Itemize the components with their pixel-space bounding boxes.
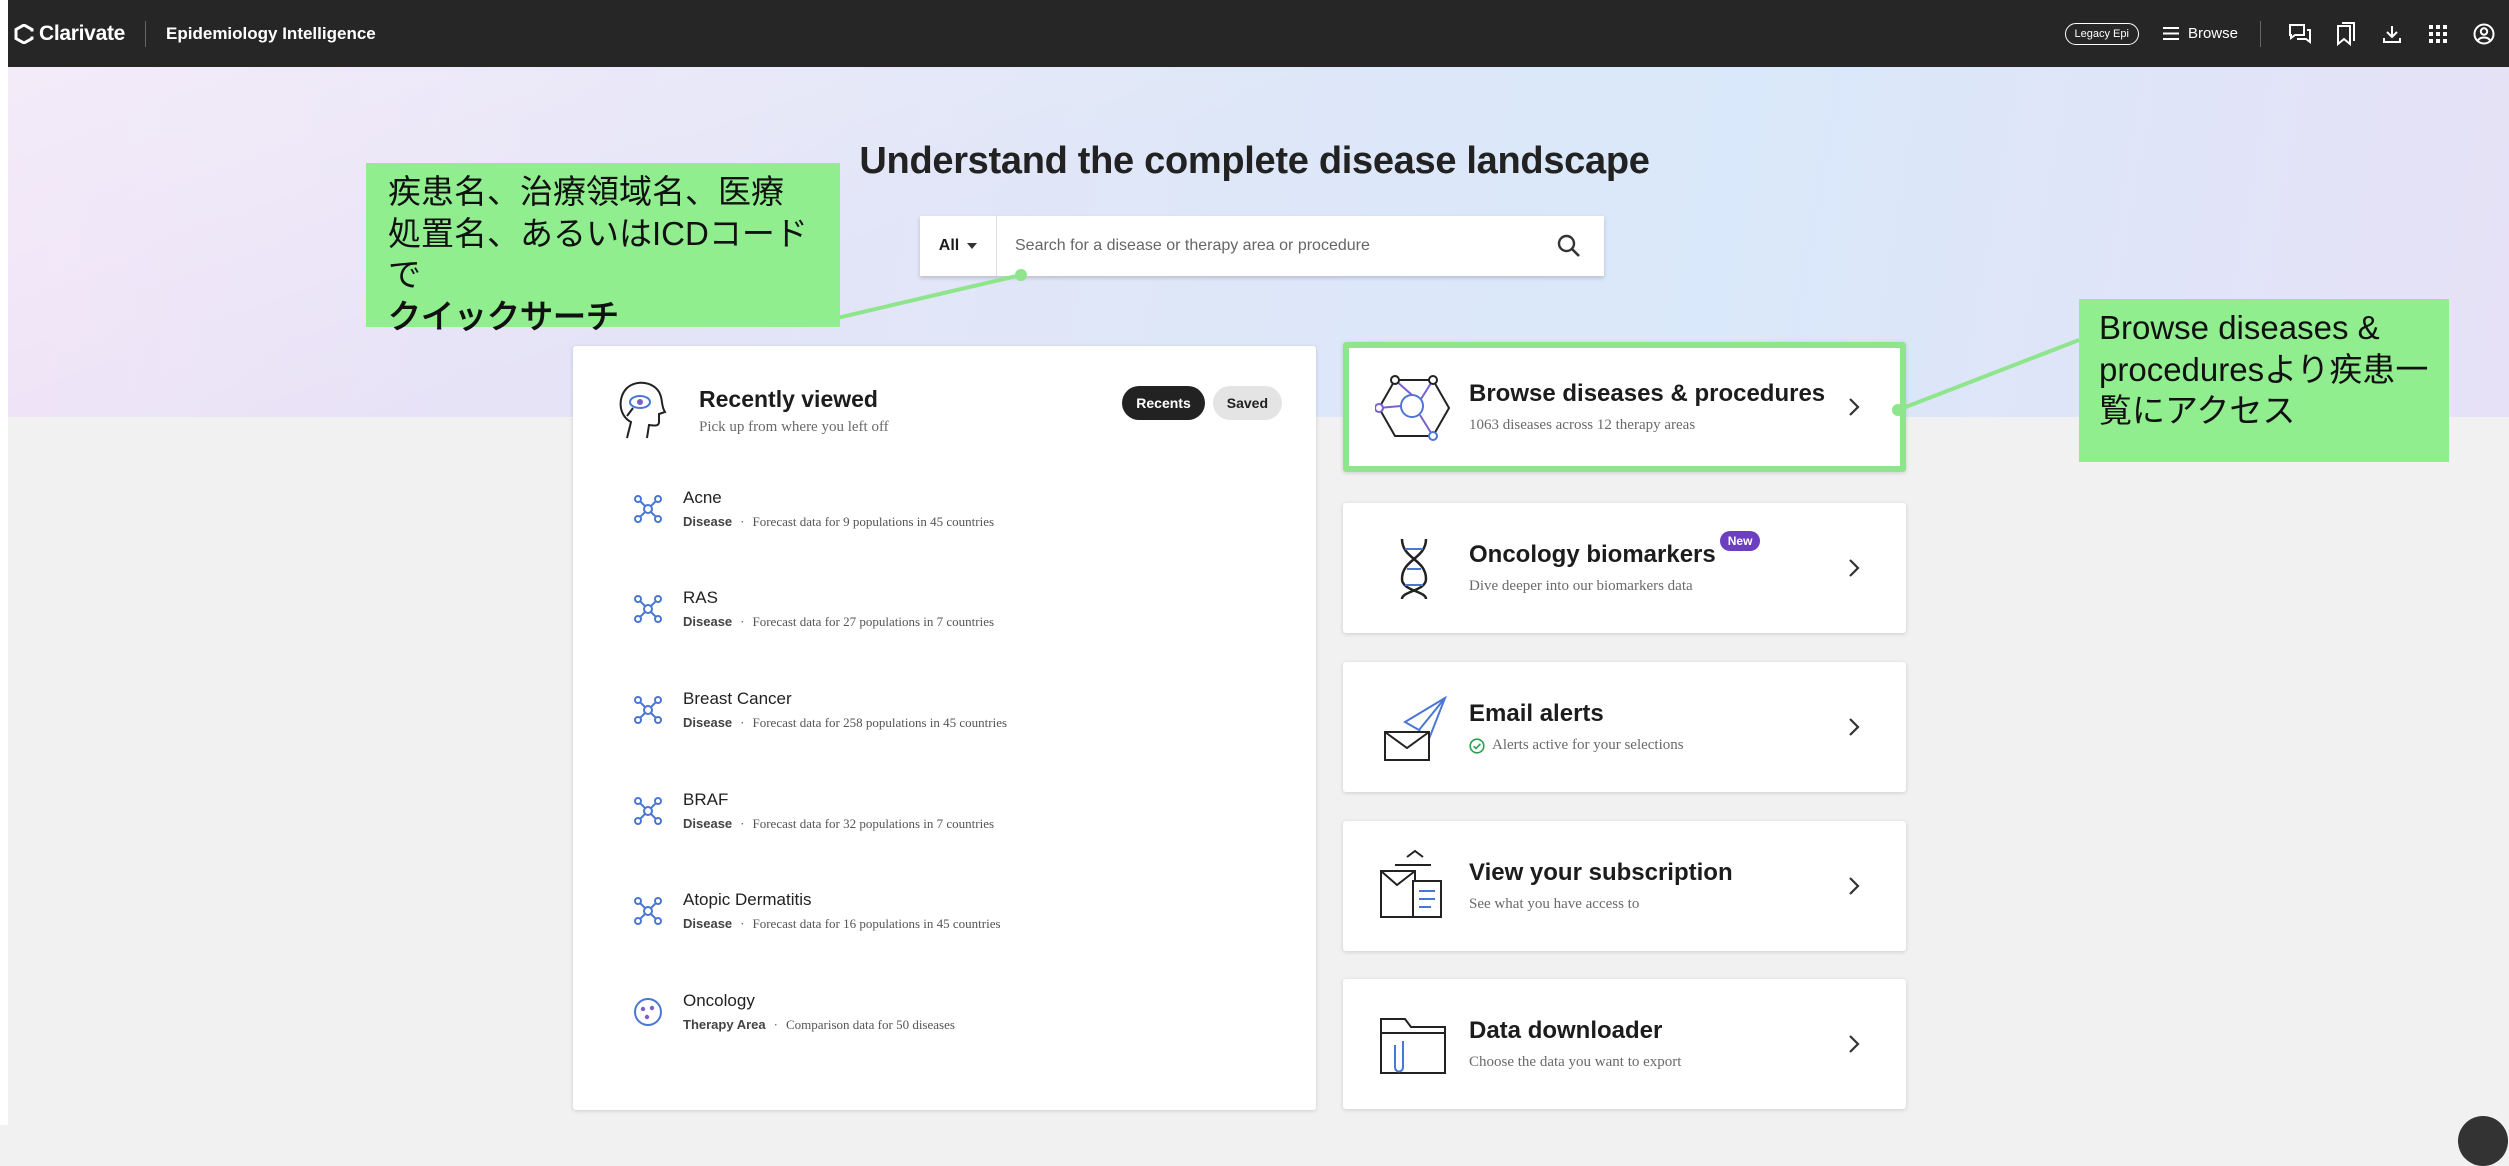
brand[interactable]: Clarivate Epidemiology Intelligence [14, 20, 376, 47]
item-detail: Forecast data for 27 populations in 7 co… [752, 614, 995, 629]
item-name: Breast Cancer [683, 689, 792, 708]
list-item[interactable]: Atopic Dermatitis Disease · Forecast data … [631, 888, 1271, 948]
search-scope-dropdown[interactable]: All [920, 216, 997, 276]
top-navigation-bar: Clarivate Epidemiology Intelligence Lega… [8, 0, 2509, 67]
user-account-icon[interactable] [2471, 21, 2497, 47]
annotation-browse: Browse diseases & proceduresより疾患一 覧にアクセス [2079, 299, 2449, 462]
view-subscription-subtitle: See what you have access to [1469, 896, 1640, 912]
chevron-right-icon [1849, 877, 1860, 895]
recently-viewed-subtitle: Pick up from where you left off [699, 419, 889, 435]
data-downloader-subtitle: Choose the data you want to export [1469, 1054, 1682, 1070]
chevron-right-icon [1849, 398, 1860, 416]
item-name: Acne [683, 488, 722, 507]
browse-label: Browse [2187, 25, 2238, 42]
item-detail: Forecast data for 32 populations in 7 co… [752, 816, 995, 831]
annotation-line: proceduresより疾患一 [2099, 350, 2429, 388]
list-item[interactable]: RAS Disease · Forecast data for 27 populat… [631, 586, 1271, 646]
data-downloader-title: Data downloader [1469, 1017, 1663, 1044]
chevron-right-icon [1849, 1035, 1860, 1053]
item-detail: Comparison data for 50 diseases [785, 1017, 955, 1032]
molecule-icon [634, 696, 662, 724]
annotation-line: 疾患名、治療領域名、医療 [388, 173, 784, 210]
browse-menu-button[interactable]: Browse [2162, 25, 2238, 42]
clarivate-logo-icon [14, 23, 34, 44]
list-item[interactable]: BRAF Disease · Forecast data for 32 popula… [631, 788, 1271, 848]
annotation-line: 覧にアクセス [2099, 392, 2296, 430]
caret-down-icon [967, 243, 978, 249]
recent-tabs: Recents Saved [1122, 386, 1282, 420]
folder-clip-icon [1380, 1018, 1446, 1074]
chevron-right-icon [1849, 718, 1860, 736]
item-detail: Forecast data for 16 populations in 45 c… [752, 916, 1001, 931]
brand-name: Clarivate [39, 21, 126, 45]
item-name: Atopic Dermatitis [683, 890, 812, 909]
annotation-line: クイックサーチ [388, 296, 840, 338]
email-alerts-subtitle: Alerts active for your selections [1492, 737, 1684, 753]
head-profile-icon [619, 381, 667, 439]
item-name: BRAF [683, 790, 729, 809]
molecule-icon [634, 595, 662, 623]
item-detail: Forecast data for 9 populations in 45 co… [752, 514, 995, 529]
toolbar-divider [2260, 20, 2261, 47]
subscription-document-icon [1380, 849, 1442, 918]
menu-icon [2162, 27, 2179, 40]
molecule-icon [634, 495, 662, 523]
tab-saved[interactable]: Saved [1212, 386, 1282, 420]
search-input[interactable] [997, 236, 1534, 256]
chat-icon[interactable] [2287, 21, 2313, 47]
molecule-icon [634, 897, 662, 925]
browse-diseases-title: Browse diseases & procedures [1469, 380, 1826, 407]
search-bar: All [920, 216, 1604, 276]
dna-icon [1400, 538, 1428, 600]
list-item[interactable]: Breast Cancer Disease · Forecast data for … [631, 687, 1271, 747]
bookmark-icon[interactable] [2333, 21, 2359, 47]
network-hexagon-icon [1375, 375, 1451, 441]
oncology-biomarkers-subtitle: Dive deeper into our biomarkers data [1469, 578, 1693, 594]
item-name: RAS [683, 588, 718, 607]
annotation-emphasis: クイックサーチ [388, 297, 619, 335]
product-name: Epidemiology Intelligence [166, 23, 376, 43]
annotation-line: 処置名、あるいはICDコードで [388, 214, 808, 294]
item-kind: Disease [683, 916, 733, 931]
oncology-biomarkers-title: Oncology biomarkers [1469, 541, 1716, 568]
item-detail: Forecast data for 258 populations in 45 … [752, 715, 1008, 730]
check-circle-icon [1469, 737, 1485, 754]
list-item[interactable]: Oncology Therapy Area · Comparison data fo… [631, 989, 1271, 1049]
annotation-line: Browse diseases & [2099, 309, 2380, 346]
browse-diseases-subtitle: 1063 diseases across 12 therapy areas [1469, 417, 1696, 433]
brand-divider [145, 20, 147, 47]
browse-diseases-card[interactable]: Browse diseases & procedures 1063 diseas… [1343, 342, 1906, 472]
item-kind: Disease [683, 715, 733, 730]
new-badge: New [1719, 531, 1761, 551]
item-name: Oncology [683, 991, 755, 1010]
recently-viewed-card: Recently viewed Pick up from where you l… [573, 346, 1316, 1110]
view-subscription-title: View your subscription [1469, 859, 1733, 886]
search-scope-value: All [938, 237, 960, 254]
list-item[interactable]: Acne Disease · Forecast data for 9 populat… [631, 486, 1271, 546]
download-icon[interactable] [2379, 21, 2405, 47]
item-kind: Disease [683, 514, 733, 529]
search-icon [1557, 234, 1580, 257]
data-downloader-card[interactable]: Data downloader Choose the data you want… [1343, 979, 1906, 1109]
apps-grid-icon[interactable] [2425, 21, 2451, 47]
email-alerts-card[interactable]: Email alerts Alerts active for your sele… [1343, 662, 1906, 792]
item-kind: Therapy Area [683, 1017, 766, 1032]
top-right-actions: Legacy Epi Browse [2064, 0, 2509, 67]
oncology-biomarkers-card[interactable]: Oncology biomarkers New Dive deeper into … [1343, 503, 1906, 633]
email-alerts-title: Email alerts [1469, 700, 1604, 727]
item-kind: Disease [683, 614, 733, 629]
chevron-right-icon [1849, 559, 1860, 577]
help-chat-button[interactable] [2458, 1116, 2508, 1166]
annotation-quick-search: 疾患名、治療領域名、医療 処置名、あるいはICDコードで クイックサーチ [366, 163, 840, 335]
recently-viewed-title: Recently viewed [699, 386, 878, 412]
tab-recents[interactable]: Recents [1122, 386, 1205, 420]
search-button[interactable] [1534, 216, 1604, 276]
legacy-epi-button[interactable]: Legacy Epi [2064, 22, 2139, 45]
paper-plane-envelope-icon [1384, 695, 1447, 761]
item-kind: Disease [683, 816, 733, 831]
molecule-icon [634, 797, 662, 825]
cell-icon [634, 998, 662, 1026]
recently-viewed-header: Recently viewed Pick up from where you l… [613, 378, 889, 442]
view-subscription-card[interactable]: View your subscription See what you have… [1343, 821, 1906, 951]
